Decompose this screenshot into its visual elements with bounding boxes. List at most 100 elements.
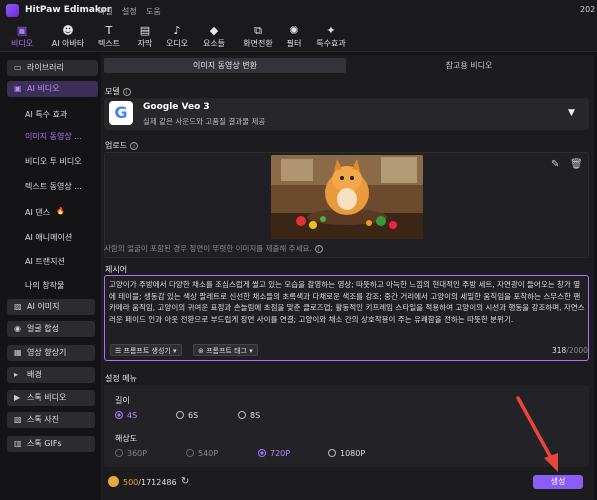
tab-image-to-video[interactable]: 이미지 동영상 변환: [104, 58, 346, 73]
sidebar-item-background[interactable]: ▸ 배경: [7, 367, 95, 383]
tab-reference-video[interactable]: 참고용 비디오: [350, 58, 588, 73]
info-icon[interactable]: i: [314, 245, 323, 253]
tab-label: 오디오: [165, 39, 189, 48]
sidebar-item-label: 스톡 비디오: [27, 393, 67, 402]
tab-avatar[interactable]: ☻ AI 아바타: [47, 24, 89, 50]
fire-icon: 🔥: [56, 207, 65, 215]
menu-help[interactable]: 도움: [146, 6, 161, 17]
tab-label: 텍스트: [97, 39, 121, 48]
resolution-option-label: 1080P: [340, 449, 366, 458]
music-icon: ♪: [173, 24, 181, 37]
duration-option-label: 8S: [250, 411, 261, 420]
sidebar-item-ai-image[interactable]: ▨ AI 이미지: [7, 299, 95, 315]
tab-film[interactable]: ▣ 비디오: [6, 24, 38, 50]
sidebar-subitem[interactable]: 비디오 투 비디오: [25, 156, 82, 167]
sidebar-item-enhance[interactable]: ▦ 영상 향상기: [7, 345, 95, 361]
model-label: 모델: [105, 87, 120, 96]
sidebar-subitem[interactable]: 텍스트 동영상 ...: [25, 181, 82, 192]
info-icon[interactable]: i: [122, 88, 131, 96]
tab-elements[interactable]: ◆ 요소들: [200, 24, 228, 50]
sidebar-subitem[interactable]: 이미지 동영상 ...: [25, 131, 82, 142]
tab-label: 필터: [286, 39, 302, 48]
chevron-down-icon[interactable]: ▼: [568, 108, 575, 118]
sidebar-item-label: 배경: [27, 370, 42, 379]
info-icon[interactable]: i: [130, 142, 139, 150]
tab-text[interactable]: T 텍스트: [95, 24, 123, 50]
sidebar-item-stock-video[interactable]: ▶ 스톡 비디오: [7, 390, 95, 406]
duration-option-label: 4S: [127, 411, 138, 420]
resolution-option[interactable]: 720P: [258, 449, 290, 458]
duration-option-label: 6S: [188, 411, 199, 420]
sidebar-item-label: 얼굴 합성: [27, 324, 59, 333]
uploaded-image: [271, 155, 423, 239]
generate-button[interactable]: 생성: [533, 475, 583, 489]
radio-icon: [328, 449, 336, 457]
tab-label: AI 아바타: [51, 39, 85, 48]
background-icon: ▸: [14, 370, 19, 379]
resolution-option[interactable]: 1080P: [328, 449, 365, 458]
sidebar-item-gif[interactable]: ▥ 스톡 GIFs: [7, 436, 95, 452]
menu-settings[interactable]: 설정: [122, 6, 137, 17]
credits-used: 500: [123, 478, 139, 487]
elements-icon: ◆: [209, 24, 219, 37]
duration-option[interactable]: 8S: [238, 411, 260, 420]
coin-icon: [108, 476, 119, 487]
folder-icon: ▭: [14, 63, 22, 72]
sidebar-item-label: 스톡 GIFs: [27, 439, 62, 448]
tab-label: 화면전환: [243, 39, 273, 48]
prompt-tag-button[interactable]: ⊛ 프롬프트 태그 ▾: [193, 344, 258, 356]
tab-music[interactable]: ♪ 오디오: [163, 24, 191, 50]
sidebar-subitem[interactable]: 나의 창작물: [25, 280, 64, 291]
tab-subtitle[interactable]: ▤ 자막: [133, 24, 157, 50]
radio-icon: [115, 449, 123, 457]
menu-file[interactable]: 파일: [98, 6, 113, 17]
sidebar-item-face-swap[interactable]: ◉ 얼굴 합성: [7, 321, 95, 337]
text-icon: T: [105, 24, 113, 37]
prompt-section-label: 제시어: [105, 265, 128, 274]
sidebar: ▭ 라이브러리 ▣ AI 비디오: [4, 55, 98, 500]
credits-total: /1712486: [138, 478, 177, 487]
sidebar-item-ai-video[interactable]: ▣ AI 비디오: [7, 81, 98, 97]
tab-filter[interactable]: ✺ 필터: [283, 24, 305, 50]
prompt-text[interactable]: 고양이가 주방에서 다양한 채소를 조심스럽게 썰고 있는 모습을 촬영하는 영…: [109, 279, 585, 325]
duration-option[interactable]: 6S: [176, 411, 198, 420]
sidebar-item-label: 영상 향상기: [27, 348, 67, 357]
model-section-label: 모델 i: [105, 86, 131, 97]
tab-effects[interactable]: ✦ 특수효과: [313, 24, 349, 50]
resolution-option[interactable]: 540P: [186, 449, 218, 458]
radio-icon: [238, 411, 246, 419]
radio-icon: [186, 449, 194, 457]
tab-label: 비디오: [10, 39, 34, 48]
edit-icon[interactable]: ✎: [551, 159, 559, 170]
resolution-option[interactable]: 360P: [115, 449, 147, 458]
clock-text: 202: [580, 5, 596, 14]
prompt-generator-label: 프롬프트 생성기: [123, 347, 171, 355]
sidebar-item-stock-photo[interactable]: ▧ 스톡 사진: [7, 412, 95, 428]
red-arrow-annotation: [516, 396, 558, 472]
radio-icon: [258, 449, 266, 457]
effects-icon: ✦: [326, 24, 336, 37]
sidebar-subitem[interactable]: AI 트랜지션: [25, 256, 65, 267]
stock-photo-icon: ▧: [14, 415, 22, 424]
prompt-tag-label: 프롬프트 태그: [206, 347, 247, 355]
sidebar-subitem[interactable]: AI 특수 효과: [25, 109, 67, 120]
trash-icon[interactable]: 🗑: [570, 159, 583, 170]
duration-option[interactable]: 4S: [115, 411, 137, 420]
stock-video-icon: ▶: [14, 393, 21, 402]
upload-hint-text: 사람의 얼굴이 포함된 경우 정면이 뚜렷한 이미지를 제출해 주세요.: [104, 244, 312, 253]
radio-icon: [176, 411, 184, 419]
film-icon: ▣: [16, 24, 28, 37]
sidebar-subitem[interactable]: AI 댄스: [25, 207, 50, 218]
ai-image-icon: ▨: [14, 302, 22, 311]
resolution-label: 해상도: [115, 434, 138, 443]
sidebar-item-library[interactable]: ▭ 라이브러리: [7, 60, 98, 76]
refresh-icon[interactable]: ↻: [181, 476, 189, 487]
tab-label: 요소들: [202, 39, 226, 48]
tab-transition[interactable]: ⧉ 화면전환: [238, 24, 278, 50]
sidebar-item-label: AI 이미지: [27, 302, 60, 311]
app-logo: [6, 4, 19, 17]
upload-label: 업로드: [105, 141, 128, 150]
sidebar-subitem[interactable]: AI 애니메이션: [25, 232, 72, 243]
gif-icon: ▥: [14, 439, 22, 448]
prompt-generator-button[interactable]: ☰ 프롬프트 생성기 ▾: [110, 344, 182, 356]
